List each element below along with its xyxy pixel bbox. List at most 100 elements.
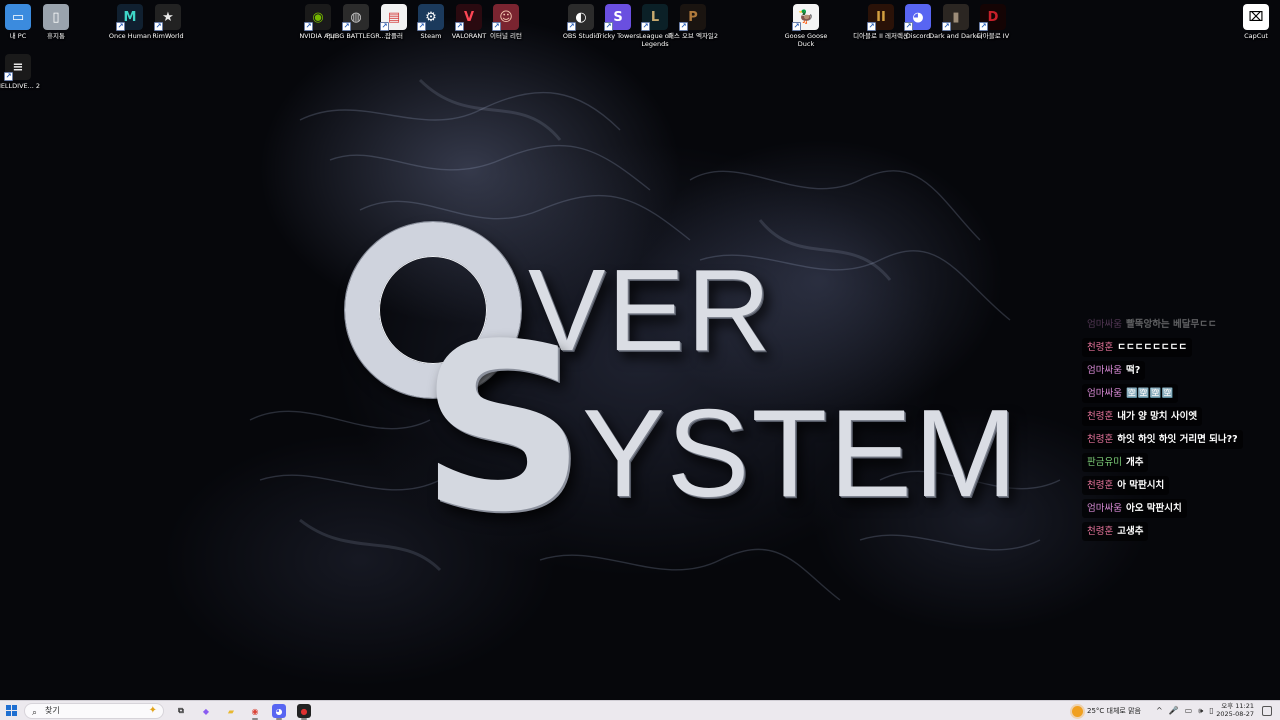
- chat-text: ㄷㄷㄷㄷㄷㄷㄷㄷ: [1117, 342, 1188, 353]
- chat-username: 엄마싸움: [1087, 388, 1122, 399]
- shortcut-arrow-icon: ↗: [417, 22, 426, 31]
- chat-message-row: 천령훈 ㄷㄷㄷㄷㄷㄷㄷㄷ: [1082, 335, 1272, 358]
- chrome-icon[interactable]: ◉: [248, 704, 262, 718]
- desktop-shortcut-label: HELLDIVE... 2: [0, 82, 41, 90]
- shortcut-arrow-icon: ↗: [604, 22, 613, 31]
- diablo-4-icon: D ↗: [979, 4, 1006, 31]
- chat-message-row: 천령훈 고생추: [1082, 519, 1272, 542]
- chat-text: 개추: [1125, 457, 1144, 468]
- path-of-exile-icon: P ↗: [679, 4, 706, 31]
- chat-message: 엄마싸움 떡?: [1082, 361, 1146, 380]
- chat-username: 천령훈: [1087, 526, 1114, 537]
- chat-message: 엄마싸움 🈳🈳🈳🈳: [1082, 384, 1179, 403]
- system-tray: ^ 🎤 ▭ 🕪 ▯: [1156, 704, 1214, 718]
- desktop-shortcut[interactable]: ★ ↗ RimWorld: [140, 4, 196, 40]
- desktop-shortcut[interactable]: D ↗ 디아블로 IV: [965, 4, 1021, 40]
- shortcut-arrow-icon: ↗: [641, 22, 650, 31]
- eternal-return-icon: ☺ ↗: [492, 4, 519, 31]
- shortcut-arrow-icon: ↗: [679, 22, 688, 31]
- windows-logo-icon: [6, 705, 11, 710]
- volume-icon[interactable]: 🕪: [1198, 704, 1203, 718]
- chat-text: 아 막판시치: [1117, 480, 1165, 491]
- search-icon: ⌕: [32, 708, 38, 718]
- chat-message: 천령훈 내가 양 망치 사이엣: [1082, 407, 1203, 426]
- clock-date: 2025-08-27: [1216, 710, 1254, 718]
- desktop-shortcut-label: 디아블로 IV: [976, 32, 1010, 40]
- stream-chat-overlay: 엄마싸움 빨뚝앙하는 베달무ㄷㄷ 천령훈 ㄷㄷㄷㄷㄷㄷㄷㄷ 엄마싸움 떡? 엄마싸움 🈳🈳🈳🈳…: [1082, 312, 1272, 542]
- taskbar: ⌕ 찾기 ✦ ⧉ ◆ ▰ ◉ ◕ ● 25°C 대체로 맑음 ^ 🎤 ▭ 🕪 ▯ 오후 1…: [0, 700, 1280, 720]
- logo-word-system: YSTEM: [582, 385, 1020, 523]
- desktop-shortcut-label: 휴지통: [47, 32, 65, 40]
- desktop-shortcut-label: RimWorld: [152, 32, 184, 40]
- chat-text: 하잇 하잇 하잇 거리면 되나??: [1117, 434, 1238, 445]
- shortcut-arrow-icon: ↗: [492, 22, 501, 31]
- search-placeholder: 찾기: [45, 706, 60, 715]
- chat-username: 엄마싸움: [1087, 503, 1122, 514]
- chat-message-row: 엄마싸움 아오 막판시치: [1082, 496, 1272, 519]
- chat-username: 판금유미: [1087, 457, 1122, 468]
- desktop-shortcut[interactable]: ▯ 휴지통: [28, 4, 84, 40]
- rimworld-icon: ★ ↗: [154, 4, 181, 31]
- desktop-shortcut-label: Goose Goose Duck: [784, 32, 828, 48]
- chat-message-row: 천령훈 하잇 하잇 하잇 거리면 되나??: [1082, 427, 1272, 450]
- folder-icon[interactable]: ▰: [224, 704, 238, 718]
- recycle-bin-icon: ▯: [43, 4, 69, 30]
- chat-message-row: 엄마싸움 떡?: [1082, 358, 1272, 381]
- chat-text: 고생추: [1117, 526, 1144, 537]
- chat-text: 아오 막판시치: [1125, 503, 1182, 514]
- clock-time: 오후 11:21: [1221, 702, 1254, 710]
- desktop-shortcut-label: CapCut: [1244, 32, 1268, 40]
- chat-username: 엄마싸움: [1087, 319, 1122, 330]
- network-icon[interactable]: ▭: [1185, 704, 1193, 718]
- chat-message-row: 천령훈 내가 양 망치 사이엣: [1082, 404, 1272, 427]
- shortcut-arrow-icon: ↗: [455, 22, 464, 31]
- chat-message: 판금유미 개추: [1082, 453, 1149, 472]
- chat-message-row: 엄마싸움 빨뚝앙하는 베달무ㄷㄷ: [1082, 312, 1272, 335]
- desktop-shortcut[interactable]: ≡ ↗ HELLDIVE... 2: [0, 54, 46, 90]
- sun-icon: [1072, 705, 1083, 717]
- taskbar-clock[interactable]: 오후 11:21 2025-08-27: [1210, 702, 1254, 718]
- shortcut-arrow-icon: ↗: [154, 22, 163, 31]
- shortcut-arrow-icon: ↗: [867, 22, 876, 31]
- logo-letter-s: S: [420, 296, 586, 563]
- weather-temp: 25°C: [1087, 707, 1105, 715]
- microphone-icon[interactable]: 🎤: [1169, 704, 1179, 718]
- goose-goose-duck-icon: 🦆 ↗: [792, 4, 819, 31]
- copilot-sparkle-icon: ✦: [148, 705, 157, 716]
- chat-message: 엄마싸움 빨뚝앙하는 베달무ㄷㄷ: [1082, 315, 1222, 334]
- desktop-shortcut[interactable]: P ↗ 패스 오브 엑자일2: [665, 4, 721, 40]
- weather-widget[interactable]: 25°C 대체로 맑음: [1072, 704, 1141, 718]
- chat-message: 천령훈 ㄷㄷㄷㄷㄷㄷㄷㄷ: [1082, 338, 1193, 357]
- desktop-shortcut-label: 이터널 리턴: [490, 32, 522, 40]
- chat-text: 내가 양 망치 사이엣: [1117, 411, 1198, 422]
- capcut-icon: ⌧: [1243, 4, 1269, 30]
- chat-text: 🈳🈳🈳🈳: [1125, 388, 1174, 399]
- taskbar-search-box[interactable]: ⌕ 찾기 ✦: [24, 703, 164, 719]
- tray-overflow-chevron-icon[interactable]: ^: [1156, 704, 1163, 718]
- chat-username: 천령훈: [1087, 434, 1114, 445]
- shortcut-arrow-icon: ↗: [304, 22, 313, 31]
- chat-username: 천령훈: [1087, 480, 1114, 491]
- helldivers-2-icon: ≡ ↗: [4, 54, 31, 81]
- weather-desc: 대체로 맑음: [1106, 707, 1141, 715]
- desktop-shortcut[interactable]: ⌧ CapCut: [1228, 4, 1280, 40]
- chat-username: 천령훈: [1087, 342, 1114, 353]
- start-button[interactable]: [6, 705, 18, 717]
- chat-message-row: 엄마싸움 🈳🈳🈳🈳: [1082, 381, 1272, 404]
- shortcut-arrow-icon: ↗: [979, 22, 988, 31]
- chat-message: 천령훈 아 막판시치: [1082, 476, 1170, 495]
- shortcut-arrow-icon: ↗: [116, 22, 125, 31]
- chat-message-row: 판금유미 개추: [1082, 450, 1272, 473]
- chat-message: 천령훈 고생추: [1082, 522, 1149, 541]
- shortcut-arrow-icon: ↗: [942, 22, 951, 31]
- discord-icon[interactable]: ◕: [272, 704, 286, 718]
- record-icon[interactable]: ●: [297, 704, 311, 718]
- shortcut-arrow-icon: ↗: [4, 72, 13, 81]
- copilot-icon[interactable]: ◆: [199, 704, 213, 718]
- desktop-shortcut[interactable]: ☺ ↗ 이터널 리턴: [478, 4, 534, 40]
- notification-center-icon[interactable]: [1262, 706, 1272, 716]
- desktop-shortcut[interactable]: 🦆 ↗ Goose Goose Duck: [778, 4, 834, 48]
- chat-message: 엄마싸움 아오 막판시치: [1082, 499, 1187, 518]
- shortcut-arrow-icon: ↗: [567, 22, 576, 31]
- task-view-icon[interactable]: ⧉: [174, 704, 188, 718]
